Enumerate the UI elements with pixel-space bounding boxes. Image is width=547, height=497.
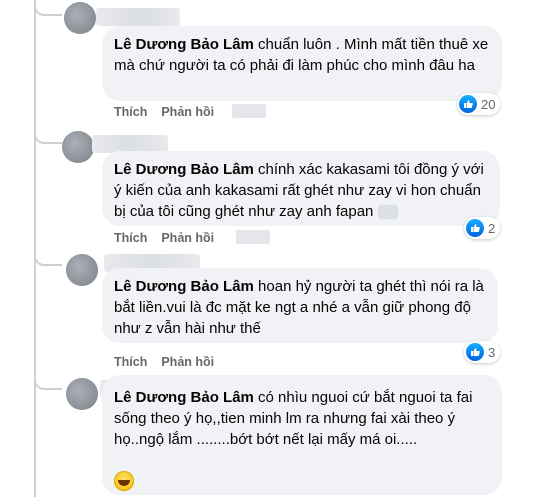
timestamp-redacted	[232, 104, 266, 118]
timestamp-redacted	[236, 230, 270, 244]
like-icon	[466, 219, 484, 237]
avatar[interactable]	[64, 2, 96, 34]
like-action[interactable]: Thích	[114, 355, 147, 369]
reply-action[interactable]: Phản hồi	[161, 105, 214, 119]
reaction-summary[interactable]: 3	[464, 341, 501, 363]
comment-bubble: Lê Dương Bảo Lâm chuẩn luôn . Mình mất t…	[102, 26, 502, 101]
reply-action[interactable]: Phản hồi	[161, 231, 214, 245]
comment-bubble: Lê Dương Bảo Lâm có nhìu nguoi cứ bắt ng…	[102, 375, 502, 495]
reaction-summary[interactable]: 20	[457, 93, 501, 115]
comment-author[interactable]: Lê Dương Bảo Lâm	[114, 161, 254, 178]
comment-author[interactable]: Lê Dương Bảo Lâm	[114, 36, 254, 53]
avatar[interactable]	[66, 378, 98, 410]
comment-actions: Thích Phản hồi	[114, 231, 228, 245]
comment-author[interactable]: Lê Dương Bảo Lâm	[114, 278, 254, 295]
thread-line	[34, 0, 36, 497]
comment-author[interactable]: Lê Dương Bảo Lâm	[114, 389, 254, 406]
like-icon	[466, 343, 484, 361]
comment-actions: Thích Phản hồi	[114, 355, 228, 369]
like-action[interactable]: Thích	[114, 105, 147, 119]
reaction-summary[interactable]: 2	[464, 217, 501, 239]
reaction-count: 20	[481, 96, 496, 112]
thread-branch	[34, 2, 62, 16]
like-icon	[459, 95, 477, 113]
comment-bubble: Lê Dương Bảo Lâm hoan hỷ người ta ghét t…	[102, 268, 498, 343]
reaction-count: 2	[488, 220, 496, 236]
avatar[interactable]	[66, 254, 98, 286]
haha-reaction-icon[interactable]	[114, 471, 134, 491]
reply-action[interactable]: Phản hồi	[161, 355, 214, 369]
thread-branch	[34, 252, 62, 266]
reaction-count: 3	[488, 344, 496, 360]
emoji-redacted	[377, 205, 398, 220]
thread-branch	[34, 376, 62, 390]
avatar[interactable]	[62, 131, 94, 163]
commenter-name-redacted	[96, 8, 180, 26]
comment-actions: Thích Phản hồi	[114, 105, 228, 119]
like-action[interactable]: Thích	[114, 231, 147, 245]
thread-branch	[34, 130, 62, 144]
comment-bubble: Lê Dương Bảo Lâm chính xác kakasami tôi …	[102, 151, 500, 226]
